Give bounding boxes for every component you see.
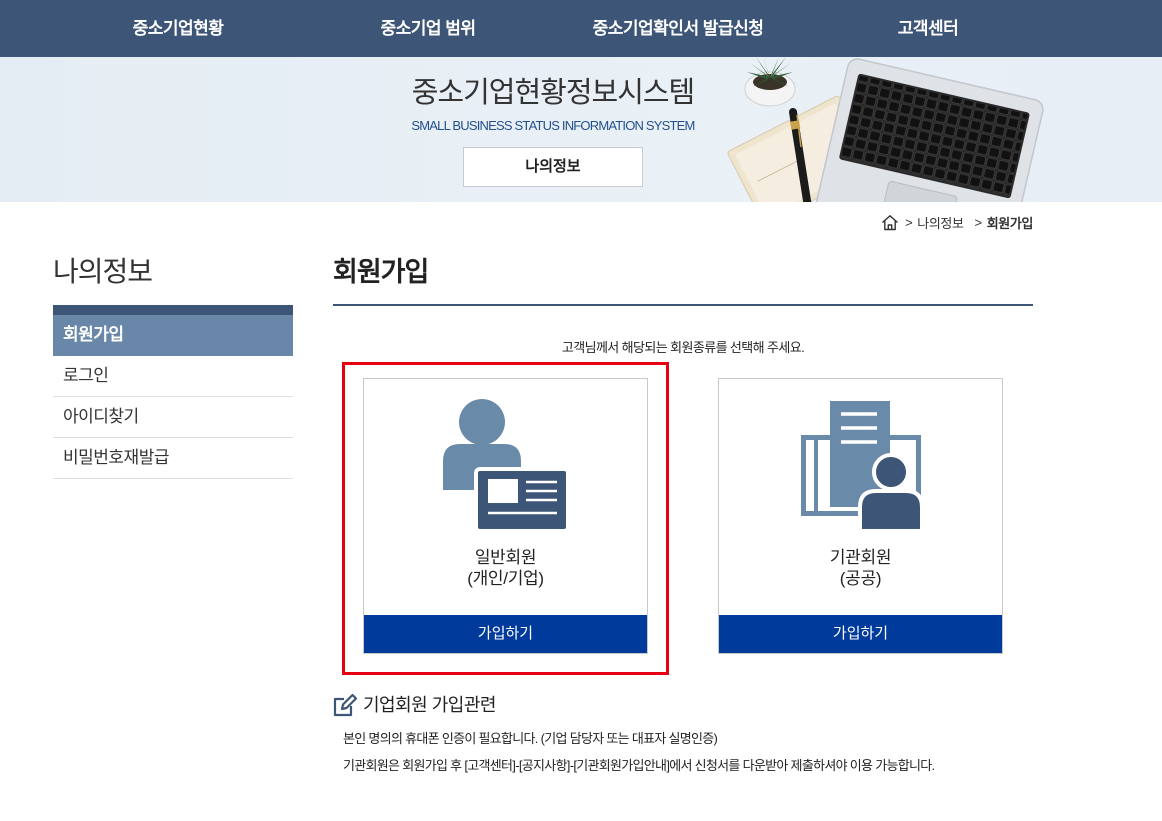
breadcrumb: > 나의정보 > 회원가입 [881,212,1033,232]
sidebar-item-login[interactable]: 로그인 [53,356,293,397]
card-labels: 기관회원 (공공) [719,547,1002,589]
sidebar-item-find-id[interactable]: 아이디찾기 [53,397,293,438]
sidebar-item-reset-password[interactable]: 비밀번호재발급 [53,438,293,479]
breadcrumb-separator: > [974,214,983,230]
building-person-icon [801,401,924,533]
notice-title: 기업회원 가입관련 [363,695,496,715]
top-navigation: 중소기업현황 중소기업 범위 중소기업확인서 발급신청 고객센터 [0,0,1162,57]
home-icon[interactable] [881,214,899,231]
banner: 중소기업현황정보시스템 SMALL BUSINESS STATUS INFORM… [0,57,1162,202]
notice-line: 기관회원은 회원가입 후 [고객센터]-[공지사항]-[기관회원가입안내]에서 … [343,758,935,773]
nav-item-customer-center[interactable]: 고객센터 [803,0,1053,57]
member-type-instruction: 고객님께서 해당되는 회원종류를 선택해 주세요. [561,340,805,355]
my-info-section-button[interactable]: 나의정보 [463,147,643,187]
top-navigation-items: 중소기업현황 중소기업 범위 중소기업확인서 발급신청 고객센터 [53,0,1053,57]
member-type-card-agency[interactable]: 기관회원 (공공) 가입하기 [718,378,1003,654]
breadcrumb-item-signup: 회원가입 [986,215,1034,231]
sidebar-divider [53,305,293,315]
join-button-agency[interactable]: 가입하기 [719,615,1002,653]
card-subtitle: (공공) [839,569,882,588]
nav-item-sme-scope[interactable]: 중소기업 범위 [303,0,553,57]
breadcrumb-separator: > [905,214,913,230]
notice-line: 본인 명의의 휴대폰 인증이 필요합니다. (기업 담당자 또는 대표자 실명인… [343,731,718,746]
card-title: 기관회원 [829,548,892,567]
page-title-divider [333,304,1033,306]
sidebar-title: 나의정보 [53,256,153,287]
selection-highlight [342,362,669,675]
system-title: 중소기업현황정보시스템 [411,77,695,109]
nav-item-certificate-application[interactable]: 중소기업확인서 발급신청 [553,0,803,57]
edit-icon [333,693,358,717]
sidebar-menu: 회원가입 로그인 아이디찾기 비밀번호재발급 [53,315,293,479]
breadcrumb-item-my-info[interactable]: 나의정보 [917,213,964,232]
page-title: 회원가입 [333,257,429,287]
desk-illustration [727,57,1044,202]
system-subtitle: SMALL BUSINESS STATUS INFORMATION SYSTEM [411,118,695,133]
sidebar-item-signup[interactable]: 회원가입 [53,315,293,356]
nav-item-sme-status[interactable]: 중소기업현황 [53,0,303,57]
